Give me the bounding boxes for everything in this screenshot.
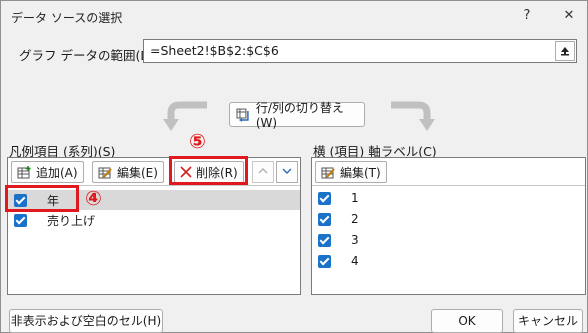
chevron-down-icon	[282, 168, 292, 174]
axis-item[interactable]: 3	[312, 230, 585, 250]
add-table-icon	[17, 165, 31, 178]
close-button[interactable]: ✕	[555, 5, 583, 27]
edit-table-icon	[98, 167, 112, 178]
axis-item[interactable]: 1	[312, 188, 585, 208]
callout-number-5: ⑤	[189, 129, 206, 153]
axis-item-label: 3	[351, 233, 359, 247]
help-button[interactable]: ?	[513, 5, 541, 27]
axis-toolbar: 編集(T)	[312, 158, 585, 186]
checkbox-checked[interactable]	[318, 254, 331, 268]
switch-row-column-button[interactable]: 行/列の切り替え(W)	[229, 101, 365, 130]
switch-row-column-label: 行/列の切り替え(W)	[255, 101, 344, 130]
axis-item-label: 2	[351, 212, 359, 226]
hidden-empty-cells-button[interactable]: 非表示および空白のセル(H)	[9, 309, 163, 333]
curve-right-arrow-icon	[391, 101, 435, 131]
move-down-button[interactable]	[276, 161, 298, 183]
add-series-button[interactable]: 追加(A)	[11, 161, 84, 183]
title-bar: データ ソースの選択 ? ✕	[1, 1, 587, 31]
edit-series-label: 編集(E)	[117, 165, 158, 180]
switch-row-column-icon	[236, 108, 249, 122]
edit-table-icon	[321, 167, 335, 178]
chart-range-input[interactable]: =Sheet2!$B$2:$C$6	[143, 39, 577, 63]
edit-series-button[interactable]: 編集(E)	[92, 161, 164, 183]
callout-box-year	[5, 185, 79, 212]
callout-number-4: ④	[85, 186, 102, 210]
axis-item[interactable]: 2	[312, 209, 585, 229]
collapse-arrow-icon	[561, 47, 569, 56]
legend-item-label: 売り上げ	[47, 213, 96, 228]
checkbox-checked[interactable]	[318, 233, 331, 247]
curve-left-arrow-icon	[163, 101, 207, 131]
checkbox-checked[interactable]	[318, 191, 331, 205]
checkbox-checked[interactable]	[14, 213, 27, 227]
collapse-range-button[interactable]	[555, 41, 575, 61]
edit-axis-label: 編集(T)	[340, 165, 381, 180]
axis-item[interactable]: 4	[312, 251, 585, 271]
edit-axis-button[interactable]: 編集(T)	[315, 161, 387, 183]
legend-item-sales[interactable]: 売り上げ	[8, 210, 300, 230]
cancel-button[interactable]: キャンセル	[513, 309, 583, 333]
dialog-title: データ ソースの選択	[11, 11, 123, 25]
chevron-up-icon	[258, 168, 268, 174]
move-up-button[interactable]	[252, 161, 274, 183]
chart-range-value: =Sheet2!$B$2:$C$6	[150, 43, 279, 58]
callout-box-delete	[169, 156, 248, 185]
add-series-label: 追加(A)	[36, 165, 78, 180]
select-data-source-dialog: データ ソースの選択 ? ✕ グラフ データの範囲(D): =Sheet2!$B…	[0, 0, 588, 333]
ok-button[interactable]: OK	[431, 309, 503, 333]
chart-range-label: グラフ データの範囲(D):	[19, 48, 160, 63]
checkbox-checked[interactable]	[318, 212, 331, 226]
legend-toolbar: 追加(A) 編集(E) 削除(R)	[8, 158, 300, 186]
axis-labels-panel: 編集(T) 1 2 3 4	[311, 157, 586, 295]
legend-entries-panel: 追加(A) 編集(E) 削除(R) 年 売り上げ	[7, 157, 301, 295]
axis-item-label: 1	[351, 191, 359, 205]
axis-item-label: 4	[351, 254, 359, 268]
